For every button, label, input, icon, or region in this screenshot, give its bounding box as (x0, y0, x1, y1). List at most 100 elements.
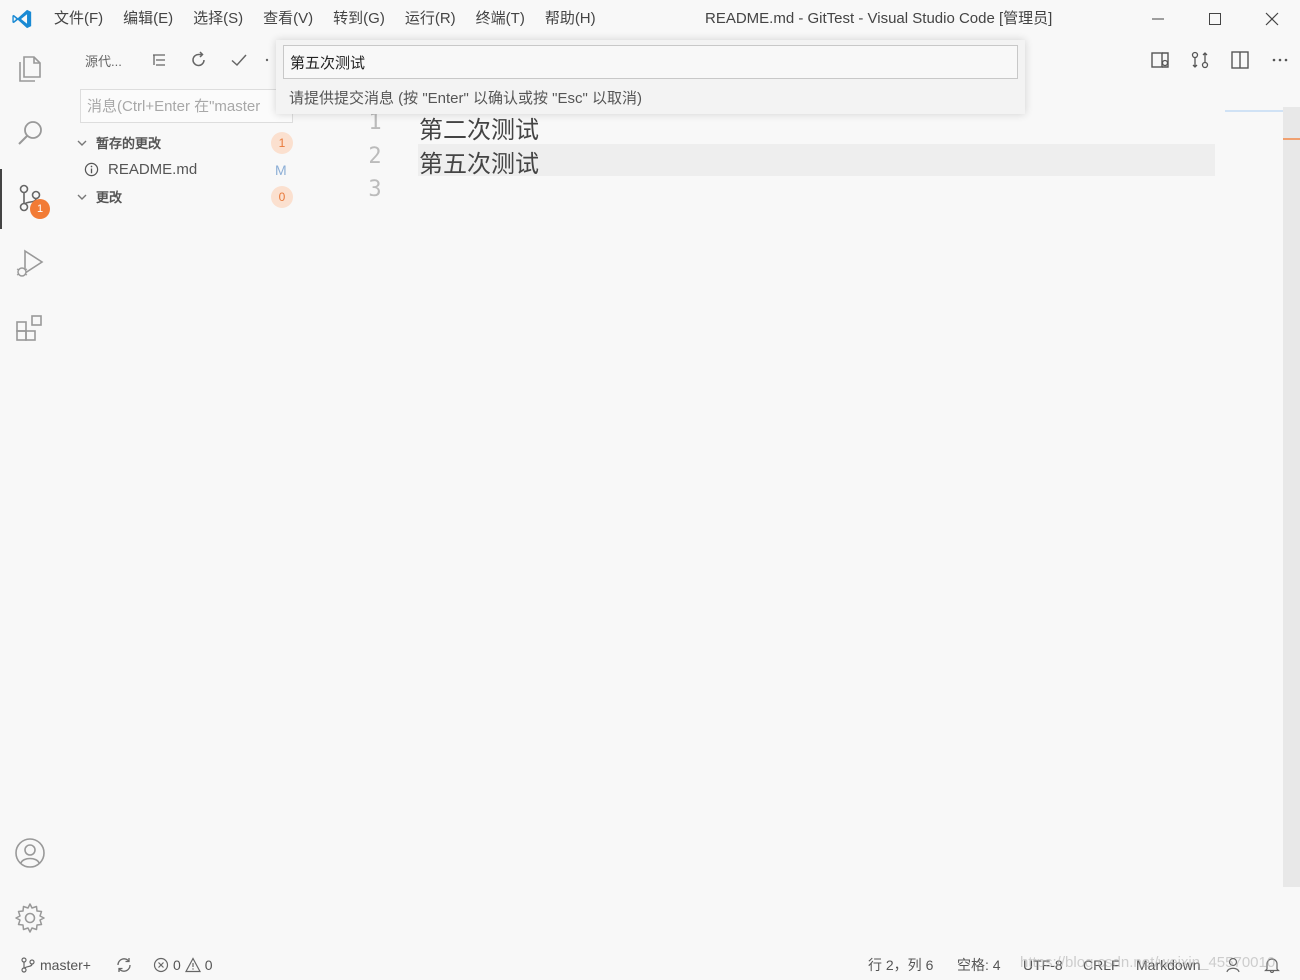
source-control-button[interactable] (0, 166, 60, 230)
check-icon (231, 54, 247, 67)
active-indicator (0, 169, 2, 229)
refresh-button[interactable] (179, 45, 219, 75)
line-text: 第二次测试 (419, 116, 539, 144)
quick-input-box[interactable] (283, 45, 1018, 79)
source-control-sidebar: 源代... 暂存的更改 1 README.md M 更改 0 (60, 37, 300, 950)
changes-group[interactable]: 更改 0 (60, 183, 300, 210)
sync-icon (117, 958, 131, 972)
indentation[interactable]: 空格: 4 (957, 950, 1001, 980)
feedback-icon (1226, 957, 1240, 973)
close-button[interactable] (1243, 0, 1300, 37)
commit-message-prompt-input[interactable] (284, 46, 1017, 78)
line-number: 3 (368, 177, 382, 202)
sync-button[interactable] (115, 950, 133, 980)
more-icon (265, 58, 269, 62)
list-tree-icon (153, 54, 165, 66)
refresh-icon (192, 51, 205, 67)
staged-changes-group[interactable]: 暂存的更改 1 (60, 129, 300, 156)
sidebar-toolbar: 源代... (60, 37, 300, 83)
split-editor-button[interactable] (1220, 40, 1260, 80)
branch-indicator[interactable]: master+ (20, 950, 91, 980)
warning-count: 0 (204, 957, 213, 973)
line-text: 第五次测试 (419, 150, 539, 178)
gear-icon (15, 903, 45, 933)
run-debug-button[interactable] (0, 231, 60, 295)
accounts-button[interactable] (0, 821, 60, 885)
extensions-button[interactable] (0, 296, 60, 360)
staged-file-name: README.md (108, 161, 198, 178)
title-bar: 文件(F) 编辑(E) 选择(S) 查看(V) 转到(G) 运行(R) 终端(T… (0, 0, 1300, 37)
branch-name: master+ (40, 957, 91, 973)
menu-view[interactable]: 查看(V) (253, 0, 323, 37)
menu-help[interactable]: 帮助(H) (535, 0, 606, 37)
search-button[interactable] (0, 101, 60, 165)
menu-edit[interactable]: 编辑(E) (113, 0, 183, 37)
staged-file-item[interactable]: README.md M (60, 156, 300, 183)
search-icon (18, 121, 42, 145)
files-icon (19, 56, 41, 82)
close-icon (1265, 12, 1278, 25)
maximize-icon (1208, 12, 1221, 25)
commit-message-input[interactable] (81, 90, 292, 122)
compare-changes-icon (1191, 51, 1209, 69)
editor-area[interactable]: 1 第二次测试 2 第五次测试 3 (300, 37, 1300, 950)
staged-changes-label: 暂存的更改 (96, 136, 162, 151)
minimize-button[interactable] (1129, 0, 1186, 37)
settings-button[interactable] (0, 886, 60, 950)
sidebar-title: 源代... (85, 53, 122, 69)
file-status-badge: M (275, 161, 287, 178)
view-as-tree-button[interactable] (139, 45, 179, 75)
editor-line: 1 第二次测试 (300, 110, 1215, 144)
minimap[interactable] (1225, 110, 1283, 112)
preview-icon (1151, 52, 1169, 68)
warning-icon (184, 957, 201, 973)
menu-run[interactable]: 运行(R) (395, 0, 466, 37)
chevron-down-icon (76, 137, 96, 149)
bell-icon (1264, 958, 1280, 973)
run-debug-icon (16, 249, 44, 277)
vscode-logo-icon (0, 0, 44, 37)
staged-count-badge: 1 (271, 131, 293, 154)
scrollbar-change-marker (1283, 138, 1300, 140)
ellipsis-icon (1272, 58, 1288, 62)
changes-label: 更改 (96, 190, 123, 205)
account-icon (15, 838, 45, 868)
scm-badge: 1 (30, 199, 50, 219)
quick-input-widget: 请提供提交消息 (按 "Enter" 以确认或按 "Esc" 以取消) (276, 40, 1025, 114)
error-count: 0 (173, 957, 181, 973)
minimize-icon (1151, 18, 1164, 19)
info-icon (84, 162, 108, 177)
explorer-button[interactable] (0, 37, 60, 101)
window-controls (1129, 0, 1300, 37)
activity-bar: 1 (0, 37, 60, 950)
changes-count-badge: 0 (271, 185, 293, 208)
line-ending[interactable]: CRLF (1083, 950, 1120, 980)
window-title: README.md - GitTest - Visual Studio Code… (705, 10, 1053, 27)
chevron-down-icon (76, 191, 96, 203)
menu-file[interactable]: 文件(F) (44, 0, 113, 37)
line-number: 2 (368, 144, 382, 169)
menu-terminal[interactable]: 终端(T) (466, 0, 535, 37)
open-preview-button[interactable] (1140, 40, 1180, 80)
editor-more-button[interactable] (1260, 40, 1300, 80)
cursor-position[interactable]: 行 2，列 6 (868, 950, 933, 980)
split-editor-icon (1231, 51, 1249, 69)
editor-line: 2 第五次测试 (300, 144, 1215, 178)
error-icon (153, 957, 169, 973)
vertical-scrollbar[interactable] (1283, 107, 1300, 887)
notifications-button[interactable] (1264, 950, 1280, 980)
problems-indicator[interactable]: 0 0 (153, 950, 213, 980)
menu-go[interactable]: 转到(G) (323, 0, 395, 37)
commit-button[interactable] (219, 45, 259, 75)
editor-line: 3 (300, 177, 1215, 210)
open-changes-button[interactable] (1180, 40, 1220, 80)
editor-actions (1140, 37, 1300, 83)
menu-selection[interactable]: 选择(S) (183, 0, 253, 37)
encoding[interactable]: UTF-8 (1023, 950, 1063, 980)
maximize-button[interactable] (1186, 0, 1243, 37)
menu-bar: 文件(F) 编辑(E) 选择(S) 查看(V) 转到(G) 运行(R) 终端(T… (44, 0, 606, 37)
git-branch-icon (21, 957, 35, 973)
language-mode[interactable]: Markdown (1136, 950, 1201, 980)
feedback-button[interactable] (1226, 950, 1242, 980)
commit-message-box[interactable] (80, 89, 293, 123)
